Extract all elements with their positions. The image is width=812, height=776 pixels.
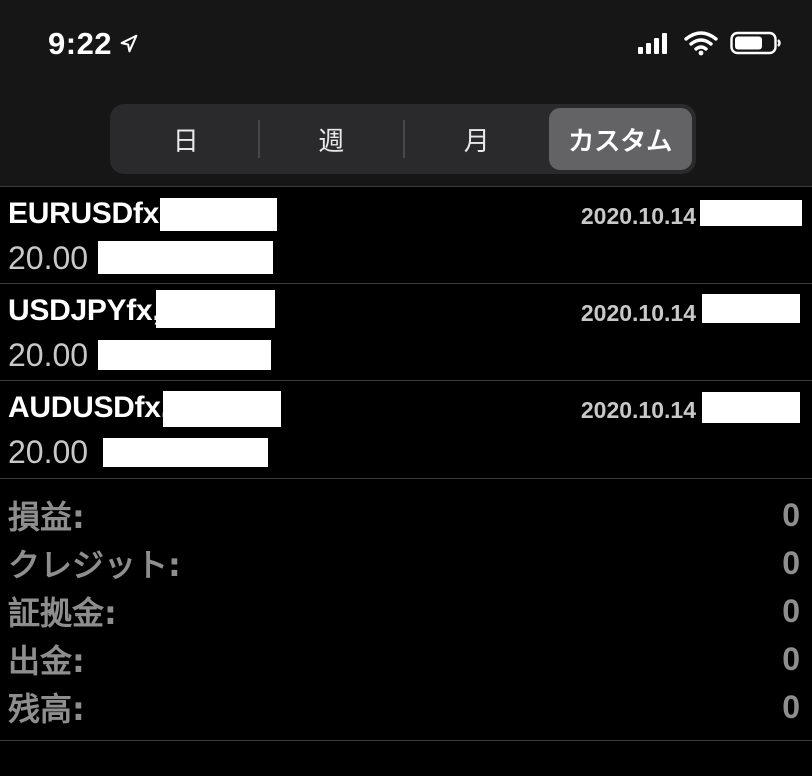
summary-row-margin: 証拠金: 0 (0, 587, 812, 635)
summary-label: 残高: (8, 690, 85, 728)
redacted-block (103, 438, 268, 467)
summary-value: 0 (782, 496, 800, 533)
segment-custom[interactable]: カスタム (548, 108, 692, 170)
redacted-block (160, 198, 277, 231)
order-row[interactable]: AUDUSDfx, 2020.10.14 20.00 (0, 380, 812, 477)
redacted-block (700, 200, 802, 226)
order-symbol: USDJPYfx, (8, 294, 161, 327)
segment-week[interactable]: 週 (260, 108, 404, 170)
header: 9:22 日 週 月 カスタム (0, 0, 812, 186)
location-arrow-icon (120, 34, 138, 53)
redacted-block (156, 290, 275, 328)
order-date: 2020.10.14 (580, 203, 696, 229)
segment-month[interactable]: 月 (405, 108, 549, 170)
segment-day[interactable]: 日 (114, 108, 258, 170)
order-row[interactable]: USDJPYfx, 2020.10.14 20.00 (0, 283, 812, 380)
order-volume: 20.00 (8, 240, 89, 276)
summary-value: 0 (782, 640, 800, 677)
order-volume: 20.00 (8, 337, 89, 373)
summary-label: 証拠金: (8, 594, 117, 632)
redacted-block (163, 391, 281, 427)
summary-row-credit: クレジット: 0 (0, 539, 812, 587)
redacted-block (98, 340, 271, 370)
order-date: 2020.10.14 (580, 397, 696, 423)
order-volume: 20.00 (8, 434, 89, 470)
redacted-block (702, 392, 800, 423)
summary-row-balance: 残高: 0 (0, 683, 812, 731)
period-segmented-control: 日 週 月 カスタム (110, 104, 696, 174)
account-summary: 損益: 0 クレジット: 0 証拠金: 0 出金: 0 残高: 0 (0, 478, 812, 741)
redacted-block (98, 241, 273, 274)
order-date: 2020.10.14 (580, 300, 696, 326)
summary-value: 0 (782, 544, 800, 581)
order-list: EURUSDfx, 2020.10.14 20.00 USDJPYfx, 202… (0, 186, 812, 477)
status-time-text: 9:22 (48, 26, 113, 61)
summary-row-withdrawal: 出金: 0 (0, 635, 812, 683)
battery-icon (730, 31, 781, 55)
redacted-block (702, 294, 800, 323)
summary-value: 0 (782, 688, 800, 725)
summary-row-profit: 損益: 0 (0, 491, 812, 539)
order-symbol: EURUSDfx, (8, 197, 167, 230)
summary-label: クレジット: (8, 546, 181, 584)
order-symbol: AUDUSDfx, (8, 391, 169, 424)
order-row[interactable]: EURUSDfx, 2020.10.14 20.00 (0, 186, 812, 283)
status-bar-indicators (636, 30, 782, 56)
summary-label: 出金: (8, 642, 85, 680)
status-bar-time: 9:22 (48, 26, 140, 62)
wifi-icon (684, 31, 718, 56)
cellular-signal-icon (638, 33, 667, 54)
summary-value: 0 (782, 592, 800, 629)
summary-label: 損益: (8, 498, 85, 536)
